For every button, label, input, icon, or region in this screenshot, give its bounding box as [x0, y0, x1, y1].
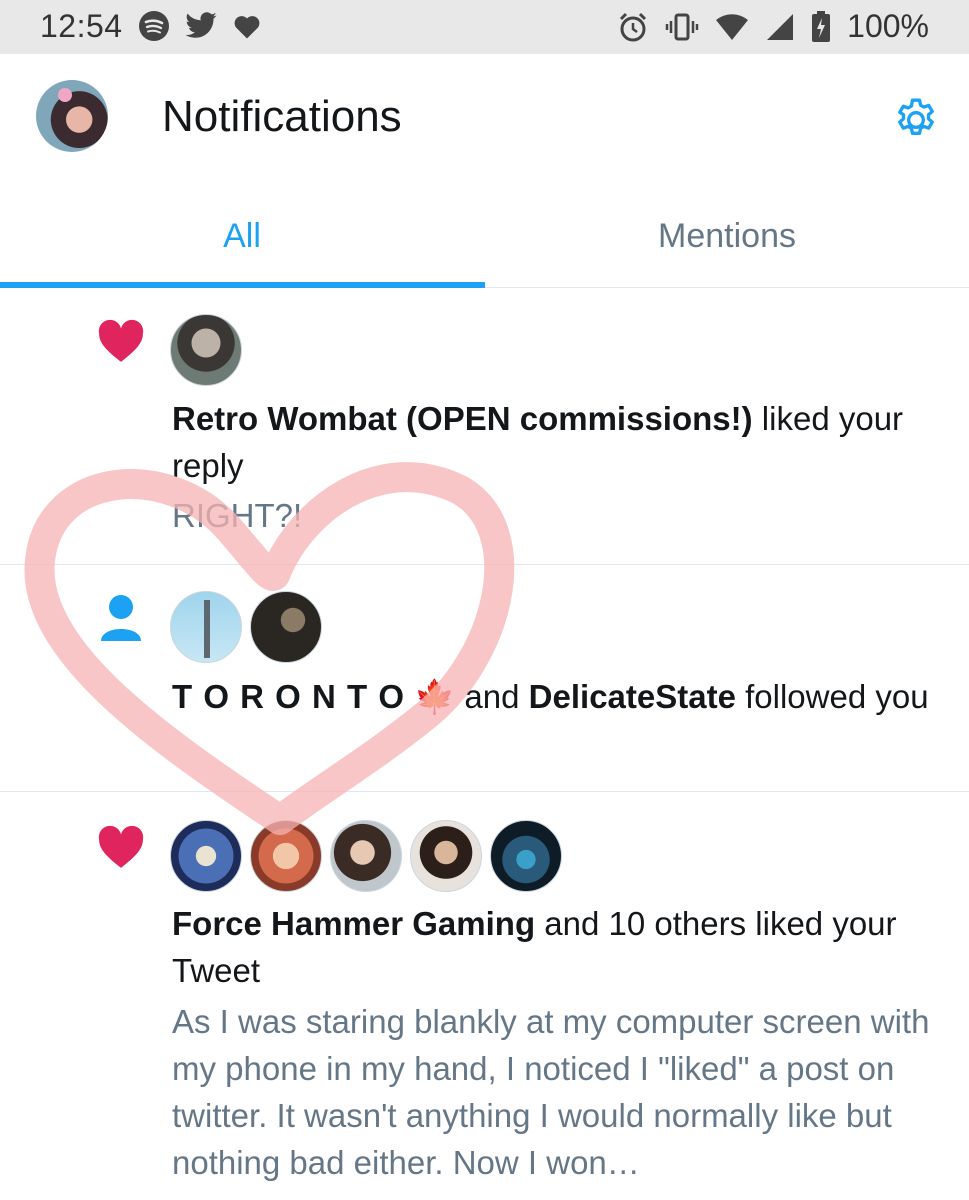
actor-name-2[interactable]: DelicateState: [529, 678, 736, 715]
settings-button[interactable]: [886, 90, 946, 150]
tab-bar: All Mentions: [0, 184, 969, 288]
tab-all[interactable]: All: [0, 184, 484, 288]
tweet-preview: RIGHT?!: [172, 497, 303, 534]
twitter-icon: [185, 12, 217, 38]
follow-type-icon: [94, 591, 148, 645]
vibrate-icon: [665, 13, 699, 40]
avatar[interactable]: [250, 591, 322, 663]
person-icon: [101, 595, 141, 641]
avatar[interactable]: [170, 591, 242, 663]
conjunction-text: and: [455, 678, 529, 715]
wifi-icon: [716, 13, 749, 40]
tweet-preview: As I was staring blankly at my computer …: [172, 1003, 930, 1181]
maple-leaf-icon: 🍁: [414, 678, 456, 715]
heart-icon: [234, 16, 260, 39]
status-bar: 12:54 100%: [0, 0, 969, 54]
page-title: Notifications: [162, 92, 402, 141]
avatar-group: [170, 591, 322, 663]
avatar-group: [170, 820, 562, 892]
actor-name[interactable]: Retro Wombat (OPEN commissions!): [172, 400, 753, 437]
notification-text: T O R O N T O 🍁 and DelicateState follow…: [172, 673, 952, 720]
action-text: followed you: [735, 678, 929, 715]
spotify-icon: [139, 11, 169, 41]
like-type-icon: [94, 314, 148, 368]
avatar[interactable]: [330, 820, 402, 892]
tab-mentions[interactable]: Mentions: [485, 184, 969, 288]
avatar-group: [170, 314, 242, 386]
avatar[interactable]: [490, 820, 562, 892]
notification-item[interactable]: Force Hammer Gaming and 10 others liked …: [0, 792, 969, 1200]
gear-icon: [898, 98, 934, 135]
alarm-icon: [620, 12, 647, 41]
avatar[interactable]: [250, 820, 322, 892]
heart-icon: [98, 825, 144, 868]
header: Notifications: [0, 54, 969, 184]
heart-icon: [98, 319, 144, 362]
profile-avatar[interactable]: [36, 80, 108, 152]
avatar[interactable]: [170, 314, 242, 386]
status-right: 100%: [617, 8, 929, 45]
battery-icon: [812, 10, 831, 42]
avatar[interactable]: [410, 820, 482, 892]
signal-icon: [767, 13, 794, 40]
status-time: 12:54: [40, 8, 123, 44]
actor-name[interactable]: Force Hammer Gaming: [172, 905, 535, 942]
notification-item[interactable]: T O R O N T O 🍁 and DelicateState follow…: [0, 565, 969, 792]
avatar[interactable]: [170, 820, 242, 892]
status-left-icons: [138, 10, 262, 42]
battery-percent: 100%: [847, 8, 929, 44]
actor-name[interactable]: T O R O N T O: [172, 678, 405, 715]
notification-text: Force Hammer Gaming and 10 others liked …: [172, 900, 952, 994]
notification-text: Retro Wombat (OPEN commissions!) liked y…: [172, 395, 952, 489]
notification-item[interactable]: Retro Wombat (OPEN commissions!) liked y…: [0, 288, 969, 565]
like-type-icon: [94, 820, 148, 874]
